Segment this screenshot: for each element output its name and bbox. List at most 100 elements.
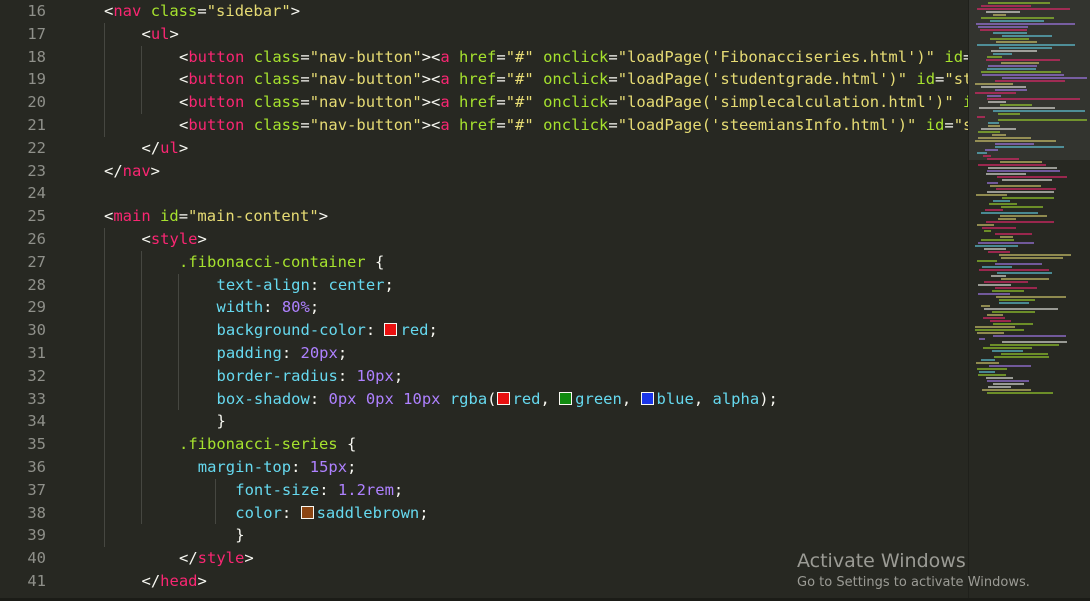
code-token: href [459,47,497,66]
indent-guide [104,22,105,137]
minimap-line [990,38,1029,40]
code-token: { [337,435,357,454]
minimap-line [996,41,1037,43]
minimap-line [982,227,1016,229]
code-token: "nav-button" [309,93,422,112]
minimap-line [987,95,1001,97]
line-number: 29 [27,298,46,317]
line-number: 19 [27,70,46,89]
minimap-line [990,344,1059,346]
line-number: 22 [27,138,46,157]
code-line[interactable]: 23 </nav> [0,160,968,183]
code-token: nav [122,161,151,180]
code-line[interactable]: 33 box-shadow: 0px 0px 10px rgba(red, gre… [0,388,968,411]
minimap-line [975,329,1024,331]
code-line[interactable]: 21 <button class="nav-button"><a href="#"… [0,114,968,137]
code-token: = [300,93,310,112]
code-token: blue [656,389,694,408]
minimap-line [993,383,1024,385]
code-editor[interactable]: 16 <nav class="sidebar"> 17 <ul> 18 <button c… [0,0,968,601]
code-token: main [113,207,151,226]
code-line[interactable]: 35 .fibonacci-series { [0,433,968,456]
minimap-line [988,65,1037,67]
code-token: : [319,480,338,499]
code-line[interactable]: 28 text-align: center; [0,274,968,297]
code-line[interactable]: 16 <nav class="sidebar"> [0,0,968,23]
code-token: > [197,230,207,248]
line-number: 17 [27,24,46,43]
minimap-line [978,137,1031,139]
code-token: a [440,93,450,112]
code-token: 20px [300,344,338,362]
indent-guide [104,228,105,548]
code-line[interactable]: 31 padding: 20px; [0,342,968,365]
minimap[interactable] [968,0,1090,601]
code-line[interactable]: 24 [0,182,968,205]
indent-guide [178,273,179,411]
minimap-line [991,275,1006,277]
minimap-line [979,371,995,373]
code-text: </ul> [142,137,189,160]
code-line[interactable]: 34} [0,410,968,433]
code-line[interactable]: 27 .fibonacci-container { [0,251,968,274]
code-line[interactable]: 32 border-radius: 10px; [0,365,968,388]
minimap-line [992,311,1035,313]
code-token: 15px [309,458,348,476]
code-text: </nav> [104,160,160,183]
code-line[interactable]: 36 margin-top: 15px; [0,456,968,479]
code-line[interactable]: 39} [0,524,968,547]
minimap-line [993,110,1085,112]
code-token: ; [347,458,357,476]
watermark-subtitle: Go to Settings to activate Windows. [797,575,1030,590]
code-token: saddlebrown [316,503,420,522]
line-number: 26 [27,230,46,248]
code-token: a [440,116,450,134]
minimap-line [1000,104,1032,106]
watermark-title: Activate Windows [797,550,966,572]
minimap-line [981,305,990,307]
minimap-line [987,68,1036,70]
minimap-line [999,254,1071,256]
code-token: </ [179,549,198,568]
minimap-line [981,359,995,361]
code-token: center [328,275,385,294]
code-token: "main-content" [188,207,319,226]
code-line[interactable]: 17 <ul> [0,23,968,46]
code-token: .fibonacci-container [179,252,366,271]
minimap-line [984,281,1028,283]
code-line[interactable]: 38 color: saddlebrown; [0,502,968,525]
code-text: padding: 20px; [217,342,348,365]
minimap-line [976,362,999,364]
minimap-line [987,170,1060,172]
code-token: = [608,116,618,134]
code-token: ul [160,138,179,157]
code-line[interactable]: 26 <style> [0,228,968,251]
minimap-line [992,290,1024,292]
code-token: = [197,2,207,20]
code-line[interactable]: 37 font-size: 1.2rem; [0,479,968,502]
minimap-line [995,143,1034,145]
code-token: </ [141,572,161,590]
code-line[interactable]: 30 background-color: red; [0,319,968,342]
code-token: </ [104,161,123,180]
code-line[interactable]: 18 <button class="nav-button"><a href="#"… [0,46,968,69]
code-text: background-color: red; [217,319,438,342]
minimap-line [982,266,1012,268]
code-line[interactable]: 29 width: 80%; [0,296,968,319]
code-token: padding [216,344,282,362]
minimap-line [988,386,1011,388]
minimap-line [998,218,1016,220]
code-token: = [496,47,506,66]
code-token: = [608,93,618,112]
code-line[interactable]: 22 </ul> [0,137,968,160]
code-line[interactable]: 19 <button class="nav-button"><a href="#"… [0,68,968,91]
code-text: <button class="nav-button"><a href="#" o… [179,91,968,114]
code-line[interactable]: 25 <main id="main-content"> [0,205,968,228]
minimap-line [981,86,1026,88]
code-line[interactable]: 20 <button class="nav-button"><a href="#"… [0,91,968,114]
code-token: border-radius [216,366,338,385]
code-text: color: saddlebrown; [235,502,428,525]
